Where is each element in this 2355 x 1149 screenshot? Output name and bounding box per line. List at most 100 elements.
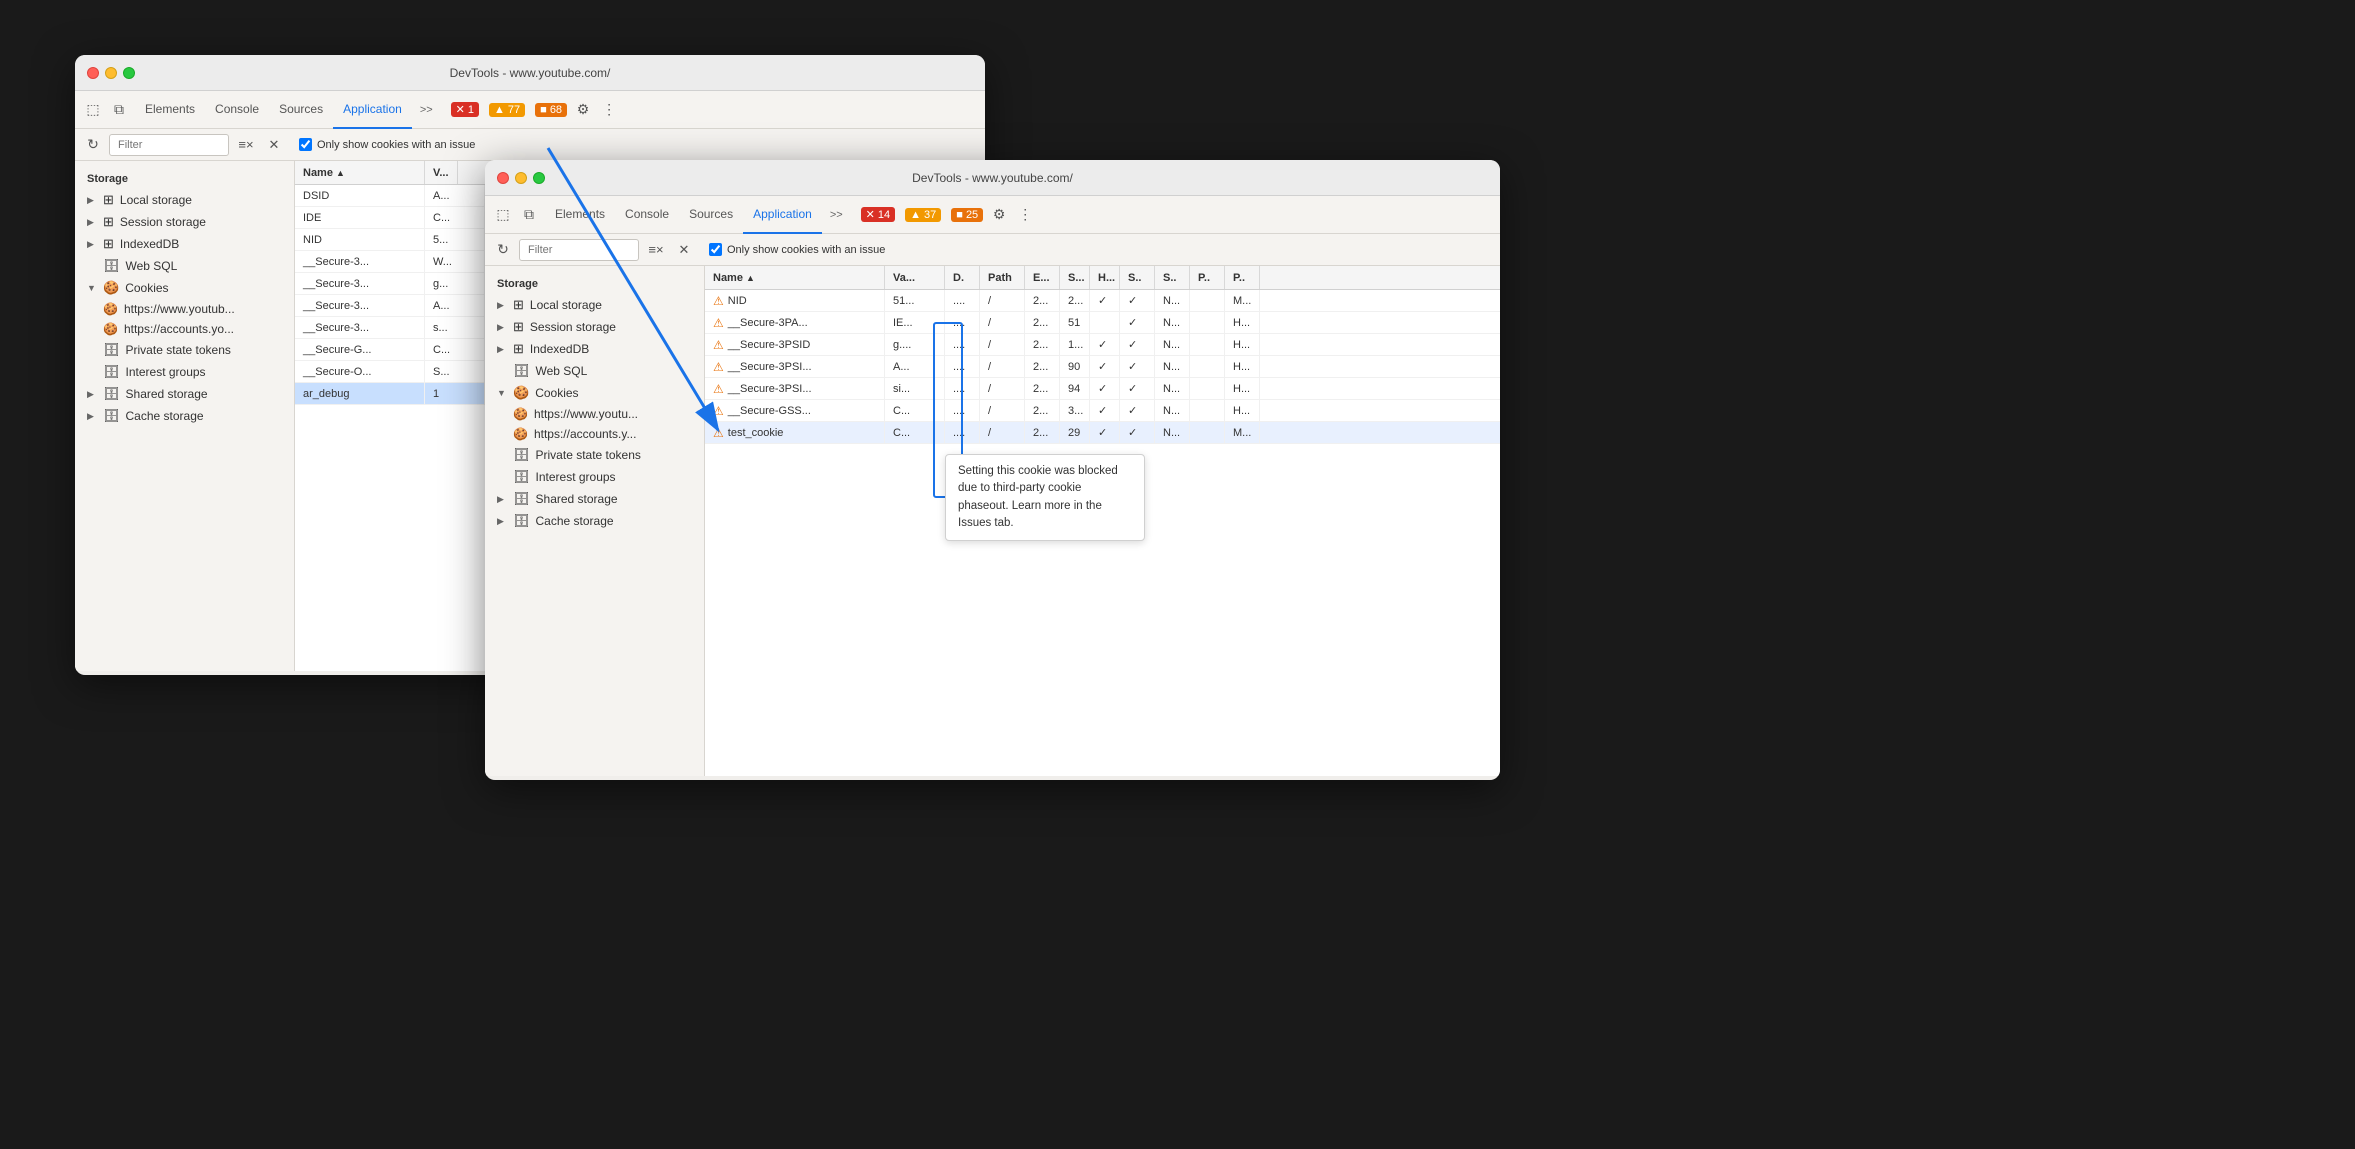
table-row-front-3[interactable]: ⚠__Secure-3PSI... A... .... / 2... 90 ✓ … [705, 356, 1500, 378]
table-row-front-6[interactable]: ⚠test_cookie C... .... / 2... 29 ✓ ✓ N..… [705, 422, 1500, 444]
th-s-front[interactable]: S... [1060, 266, 1090, 289]
th-d-front[interactable]: D. [945, 266, 980, 289]
minimize-button-front[interactable] [515, 172, 527, 184]
inspect-icon[interactable]: ⬚ [83, 100, 103, 120]
sidebar-accounts-cookies-back[interactable]: 🍪 https://accounts.yo... [75, 319, 294, 339]
td-h-front-0: ✓ [1090, 290, 1120, 311]
cookie-icon-back: 🍪 [103, 280, 119, 296]
close-filter-front[interactable]: ✕ [673, 239, 695, 261]
tab-application-back[interactable]: Application [333, 91, 412, 129]
sidebar-local-storage-front[interactable]: ▶ ⊞ Local storage [485, 294, 704, 316]
table-row-front-5[interactable]: ⚠__Secure-GSS... C... .... / 2... 3... ✓… [705, 400, 1500, 422]
sidebar-private-tokens-back[interactable]: ▶ 🗄 Private state tokens [75, 339, 294, 361]
sidebar-shared-storage-back[interactable]: ▶ 🗄 Shared storage [75, 383, 294, 405]
inspect-icon-front[interactable]: ⬚ [493, 205, 513, 225]
tab-sources-front[interactable]: Sources [679, 196, 743, 234]
th-p2-front[interactable]: P.. [1225, 266, 1260, 289]
sidebar-front: Storage ▶ ⊞ Local storage ▶ ⊞ Session st… [485, 266, 705, 776]
sidebar-websql-front[interactable]: ▶ 🗄 Web SQL [485, 360, 704, 382]
th-h-front[interactable]: H... [1090, 266, 1120, 289]
device-icon[interactable]: ⧉ [109, 100, 129, 120]
db-icon-websql-front: 🗄 [513, 363, 530, 379]
close-button-front[interactable] [497, 172, 509, 184]
sidebar-interest-groups-front[interactable]: ▶ 🗄 Interest groups [485, 466, 704, 488]
table-icon-back: ⊞ [103, 192, 114, 208]
tab-application-front[interactable]: Application [743, 196, 822, 234]
tab-console-front[interactable]: Console [615, 196, 679, 234]
td-name-back-5: __Secure-3... [295, 295, 425, 316]
td-d-front-4: .... [945, 378, 980, 399]
clear-filter-front[interactable]: ≡× [645, 239, 667, 261]
maximize-button-back[interactable] [123, 67, 135, 79]
arrow-session-back: ▶ [87, 217, 97, 228]
indexeddb-label-front: IndexedDB [530, 342, 589, 356]
tab-sources-back[interactable]: Sources [269, 91, 333, 129]
table-row-front-4[interactable]: ⚠__Secure-3PSI... si... .... / 2... 94 ✓… [705, 378, 1500, 400]
sidebar-indexeddb-front[interactable]: ▶ ⊞ IndexedDB [485, 338, 704, 360]
sidebar-local-storage-back[interactable]: ▶ ⊞ Local storage [75, 189, 294, 211]
tab-elements-front[interactable]: Elements [545, 196, 615, 234]
sidebar-accounts-cookies-front[interactable]: 🍪 https://accounts.y... [485, 424, 704, 444]
th-e-front[interactable]: E... [1025, 266, 1060, 289]
local-storage-label-back: Local storage [120, 193, 192, 207]
td-va-front-2: g.... [885, 334, 945, 355]
sidebar-private-tokens-front[interactable]: ▶ 🗄 Private state tokens [485, 444, 704, 466]
sidebar-session-storage-back[interactable]: ▶ ⊞ Session storage [75, 211, 294, 233]
table-row-front-2[interactable]: ⚠__Secure-3PSID g.... .... / 2... 1... ✓… [705, 334, 1500, 356]
td-val-back-4: g... [425, 273, 485, 294]
filter-input-front[interactable] [519, 239, 639, 261]
th-p-front[interactable]: P.. [1190, 266, 1225, 289]
sidebar-cache-storage-back[interactable]: ▶ 🗄 Cache storage [75, 405, 294, 427]
more-icon-back[interactable]: ⋮ [599, 100, 619, 120]
info-icon-back: ■ [540, 104, 547, 116]
th-name-front[interactable]: Name ▲ [705, 266, 885, 289]
th-s3-front[interactable]: S.. [1155, 266, 1190, 289]
settings-icon-front[interactable]: ⚙ [989, 205, 1009, 225]
refresh-icon-front[interactable]: ↻ [493, 240, 513, 260]
th-s2-front[interactable]: S.. [1120, 266, 1155, 289]
filter-input-back[interactable] [109, 134, 229, 156]
td-s-front-2: 1... [1060, 334, 1090, 355]
sidebar-interest-groups-back[interactable]: ▶ 🗄 Interest groups [75, 361, 294, 383]
close-button-back[interactable] [87, 67, 99, 79]
sidebar-shared-storage-front[interactable]: ▶ 🗄 Shared storage [485, 488, 704, 510]
cookie-issue-checkbox-front[interactable]: Only show cookies with an issue [709, 243, 885, 256]
sidebar-websql-back[interactable]: ▶ 🗄 Web SQL [75, 255, 294, 277]
device-icon-front[interactable]: ⧉ [519, 205, 539, 225]
sidebar-indexeddb-back[interactable]: ▶ ⊞ IndexedDB [75, 233, 294, 255]
table-row-front-0[interactable]: ⚠NID 51... .... / 2... 2... ✓ ✓ N... M..… [705, 290, 1500, 312]
table-row-front-1[interactable]: ⚠__Secure-3PA... IE... .... / 2... 51 ✓ … [705, 312, 1500, 334]
td-val-back-8: S... [425, 361, 485, 382]
sidebar-youtube-cookies-front[interactable]: 🍪 https://www.youtu... [485, 404, 704, 424]
badge-warn-front: ▲ 37 [905, 208, 941, 222]
sidebar-session-storage-front[interactable]: ▶ ⊞ Session storage [485, 316, 704, 338]
clear-filter-back[interactable]: ≡× [235, 134, 257, 156]
th-value-back[interactable]: V... [425, 161, 458, 184]
sidebar-cookies-front[interactable]: ▼ 🍪 Cookies [485, 382, 704, 404]
th-va-front[interactable]: Va... [885, 266, 945, 289]
more-tabs-front[interactable]: >> [822, 209, 851, 221]
settings-icon-back[interactable]: ⚙ [573, 100, 593, 120]
more-tabs-back[interactable]: >> [412, 104, 441, 116]
cookie-issue-checkbox-back[interactable]: Only show cookies with an issue [299, 138, 475, 151]
minimize-button-back[interactable] [105, 67, 117, 79]
td-s-front-5: 3... [1060, 400, 1090, 421]
td-name-front-0: ⚠NID [705, 290, 885, 311]
td-val-back-2: 5... [425, 229, 485, 250]
tab-elements-back[interactable]: Elements [135, 91, 205, 129]
refresh-icon-back[interactable]: ↻ [83, 135, 103, 155]
th-path-front[interactable]: Path [980, 266, 1025, 289]
tab-console-back[interactable]: Console [205, 91, 269, 129]
close-filter-back[interactable]: ✕ [263, 134, 285, 156]
table-icon-session-back: ⊞ [103, 214, 114, 230]
sidebar-youtube-cookies-back[interactable]: 🍪 https://www.youtub... [75, 299, 294, 319]
td-name-back-8: __Secure-O... [295, 361, 425, 382]
sidebar-cookies-back[interactable]: ▼ 🍪 Cookies [75, 277, 294, 299]
maximize-button-front[interactable] [533, 172, 545, 184]
sidebar-cache-storage-front[interactable]: ▶ 🗄 Cache storage [485, 510, 704, 532]
more-icon-front[interactable]: ⋮ [1015, 205, 1035, 225]
th-name-back[interactable]: Name ▲ [295, 161, 425, 184]
td-name-front-5: ⚠__Secure-GSS... [705, 400, 885, 421]
td-name-front-4: ⚠__Secure-3PSI... [705, 378, 885, 399]
td-val-back-7: C... [425, 339, 485, 360]
